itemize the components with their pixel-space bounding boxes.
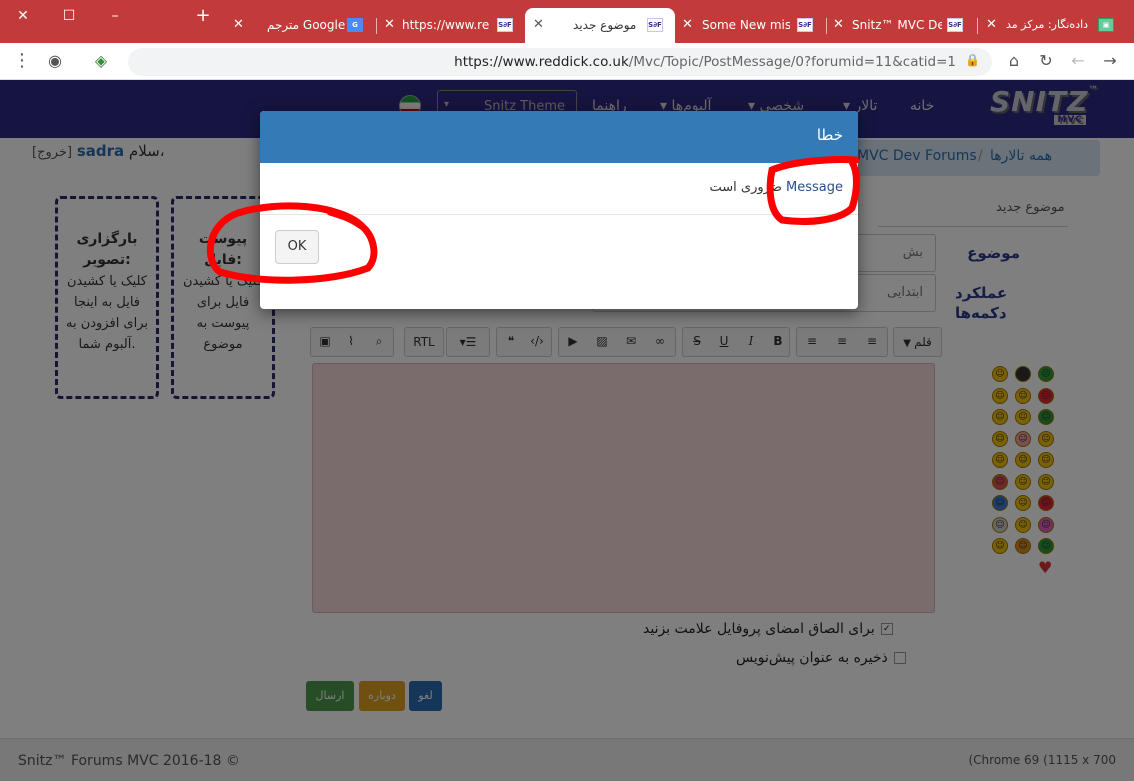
forward-icon[interactable]: ←: [1068, 51, 1088, 71]
new-tab-icon[interactable]: +: [192, 6, 214, 26]
snitz-favicon-icon: S∂F: [647, 18, 663, 32]
home-icon[interactable]: ⌂: [1004, 51, 1024, 71]
tab-reddick[interactable]: ✕ https://www.red S∂F: [378, 8, 523, 43]
close-window-icon[interactable]: ✕: [12, 6, 34, 26]
snitz-favicon-icon: S∂F: [497, 18, 513, 32]
reload-icon[interactable]: ↻: [1036, 51, 1056, 71]
snitz-favicon-icon: S∂F: [947, 18, 963, 32]
tab-title: موضوع جدید: [573, 18, 637, 32]
dialog-header: خطا: [260, 111, 858, 163]
dialog-message: ضروری است Message: [709, 180, 843, 195]
back-icon[interactable]: →: [1100, 51, 1120, 71]
lock-icon: 🔒: [965, 53, 980, 67]
maximize-icon[interactable]: ☐: [58, 6, 80, 26]
tab-title: https://www.red: [402, 18, 490, 32]
url-field[interactable]: https://www.reddick.co.uk/Mvc/Topic/Post…: [128, 48, 992, 76]
url-text: https://www.reddick.co.uk/Mvc/Topic/Post…: [454, 54, 956, 70]
ok-button[interactable]: OK: [275, 230, 319, 264]
tab-close-icon[interactable]: ✕: [833, 17, 844, 32]
tab-dadehnegar[interactable]: ✕ دادەنگار: مرکز مد ▣: [978, 8, 1128, 43]
tab-title: Some New miss: [702, 18, 790, 32]
tab-title: Snitz™ MVC Dev: [852, 18, 942, 32]
address-bar: ⋮ ◉ ◈ ☆ https://www.reddick.co.uk/Mvc/To…: [0, 43, 1134, 80]
error-dialog: خطا ضروری است Message OK: [260, 111, 858, 309]
site-favicon-icon: ▣: [1098, 18, 1114, 32]
tab-title: دادەنگار: مرکز مد: [1006, 18, 1089, 31]
snitz-favicon-icon: S∂F: [797, 18, 813, 32]
tab-close-icon[interactable]: ✕: [986, 17, 997, 32]
minimize-icon[interactable]: –: [104, 6, 126, 26]
field-name: Message: [786, 180, 843, 195]
screen: ✕ ☐ – + ✕ مترجم Google G ✕ https://www.r…: [0, 0, 1134, 781]
tab-close-icon[interactable]: ✕: [384, 17, 395, 32]
tab-strip: ✕ ☐ – + ✕ مترجم Google G ✕ https://www.r…: [0, 0, 1134, 43]
tab-new-topic[interactable]: ✕ موضوع جدید S∂F: [525, 8, 675, 43]
menu-kebab-icon[interactable]: ⋮: [12, 51, 32, 71]
profile-icon[interactable]: ◉: [45, 51, 65, 71]
tab-close-icon[interactable]: ✕: [533, 17, 544, 32]
tab-snitz-dev[interactable]: ✕ Snitz™ MVC Dev S∂F: [827, 8, 977, 43]
tab-translate[interactable]: ✕ مترجم Google G: [227, 8, 377, 43]
tab-close-icon[interactable]: ✕: [682, 17, 693, 32]
extension-icon[interactable]: ◈: [91, 51, 111, 71]
google-translate-icon: G: [347, 18, 363, 32]
tab-some-new[interactable]: ✕ Some New miss S∂F: [676, 8, 826, 43]
tab-close-icon[interactable]: ✕: [233, 17, 244, 32]
dialog-title: خطا: [816, 126, 843, 144]
